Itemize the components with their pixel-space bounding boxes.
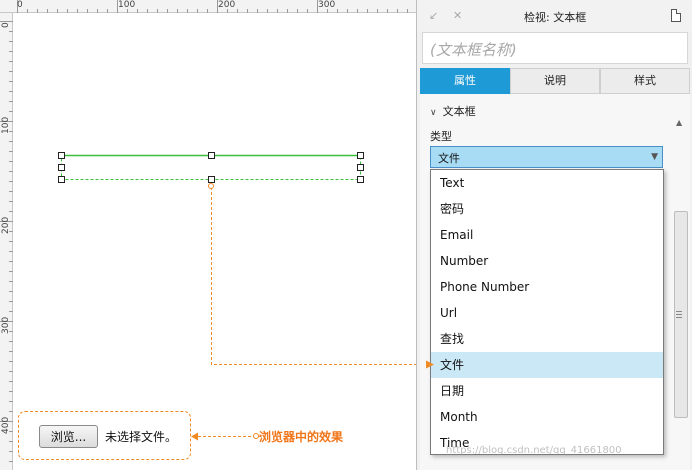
dropdown-option[interactable]: Phone Number: [431, 274, 663, 300]
connector-arrow: [426, 360, 434, 369]
design-canvas[interactable]: 0 100 200 300 0 100 200 300 400 浏览... 未选…: [0, 0, 416, 470]
resize-handle[interactable]: [357, 176, 364, 183]
close-icon[interactable]: ✕: [453, 9, 462, 22]
dropdown-option[interactable]: Number: [431, 248, 663, 274]
browser-effect-box: 浏览... 未选择文件。: [18, 411, 191, 460]
dropdown-option[interactable]: Month: [431, 404, 663, 430]
dropdown-option[interactable]: 密码: [431, 196, 663, 222]
resize-handle[interactable]: [58, 164, 65, 171]
section-title: 文本框: [442, 105, 476, 118]
type-label: 类型: [430, 130, 452, 143]
resize-handle[interactable]: [58, 152, 65, 159]
canvas-overlay: [61, 154, 416, 441]
tab-style[interactable]: 样式: [600, 68, 690, 94]
type-dropdown-list: Text 密码 Email Number Phone Number Url 查找…: [430, 169, 664, 455]
resize-handle[interactable]: [357, 152, 364, 159]
type-select-value: 文件: [438, 152, 460, 165]
pin-icon[interactable]: ↙: [429, 9, 438, 22]
widget-name-placeholder: (文本框名称): [430, 41, 517, 59]
section-header-textbox[interactable]: ∨ 文本框: [430, 103, 476, 119]
panel-tabs: 属性 说明 样式: [420, 68, 690, 94]
panel-title: 检视: 文本框: [524, 11, 587, 24]
dropdown-option-selected[interactable]: 文件: [431, 352, 663, 378]
resize-handle[interactable]: [58, 176, 65, 183]
resize-handle[interactable]: [208, 152, 215, 159]
browse-button[interactable]: 浏览...: [39, 425, 98, 448]
dropdown-option[interactable]: Url: [431, 300, 663, 326]
effect-arrow-head: [191, 432, 198, 441]
chevron-down-icon: ∨: [430, 108, 437, 118]
panel-titlebar: ↙ ✕ 检视: 文本框: [417, 0, 692, 32]
tab-properties[interactable]: 属性: [420, 68, 510, 94]
panel-scrollbar[interactable]: ▲: [673, 118, 689, 418]
effect-label: 浏览器中的效果: [259, 430, 344, 444]
page-icon[interactable]: [671, 9, 681, 22]
resize-handle[interactable]: [357, 164, 364, 171]
dropdown-option[interactable]: Email: [431, 222, 663, 248]
no-file-text: 未选择文件。: [105, 430, 178, 444]
type-select[interactable]: 文件 ▼: [430, 146, 663, 168]
scroll-up-icon[interactable]: ▲: [676, 118, 682, 127]
scroll-grip: [676, 311, 682, 318]
resize-handle[interactable]: [208, 176, 215, 183]
dropdown-option[interactable]: 日期: [431, 378, 663, 404]
widget-name-input[interactable]: (文本框名称): [422, 32, 688, 64]
dropdown-option[interactable]: Text: [431, 170, 663, 196]
triangle-down-icon: ▼: [651, 152, 658, 162]
watermark-text: https://blog.csdn.net/qq_41661800: [446, 445, 622, 456]
connector-start-dot: [208, 183, 214, 189]
dropdown-option[interactable]: 查找: [431, 326, 663, 352]
tab-notes[interactable]: 说明: [510, 68, 600, 94]
connector-line: [211, 187, 416, 365]
